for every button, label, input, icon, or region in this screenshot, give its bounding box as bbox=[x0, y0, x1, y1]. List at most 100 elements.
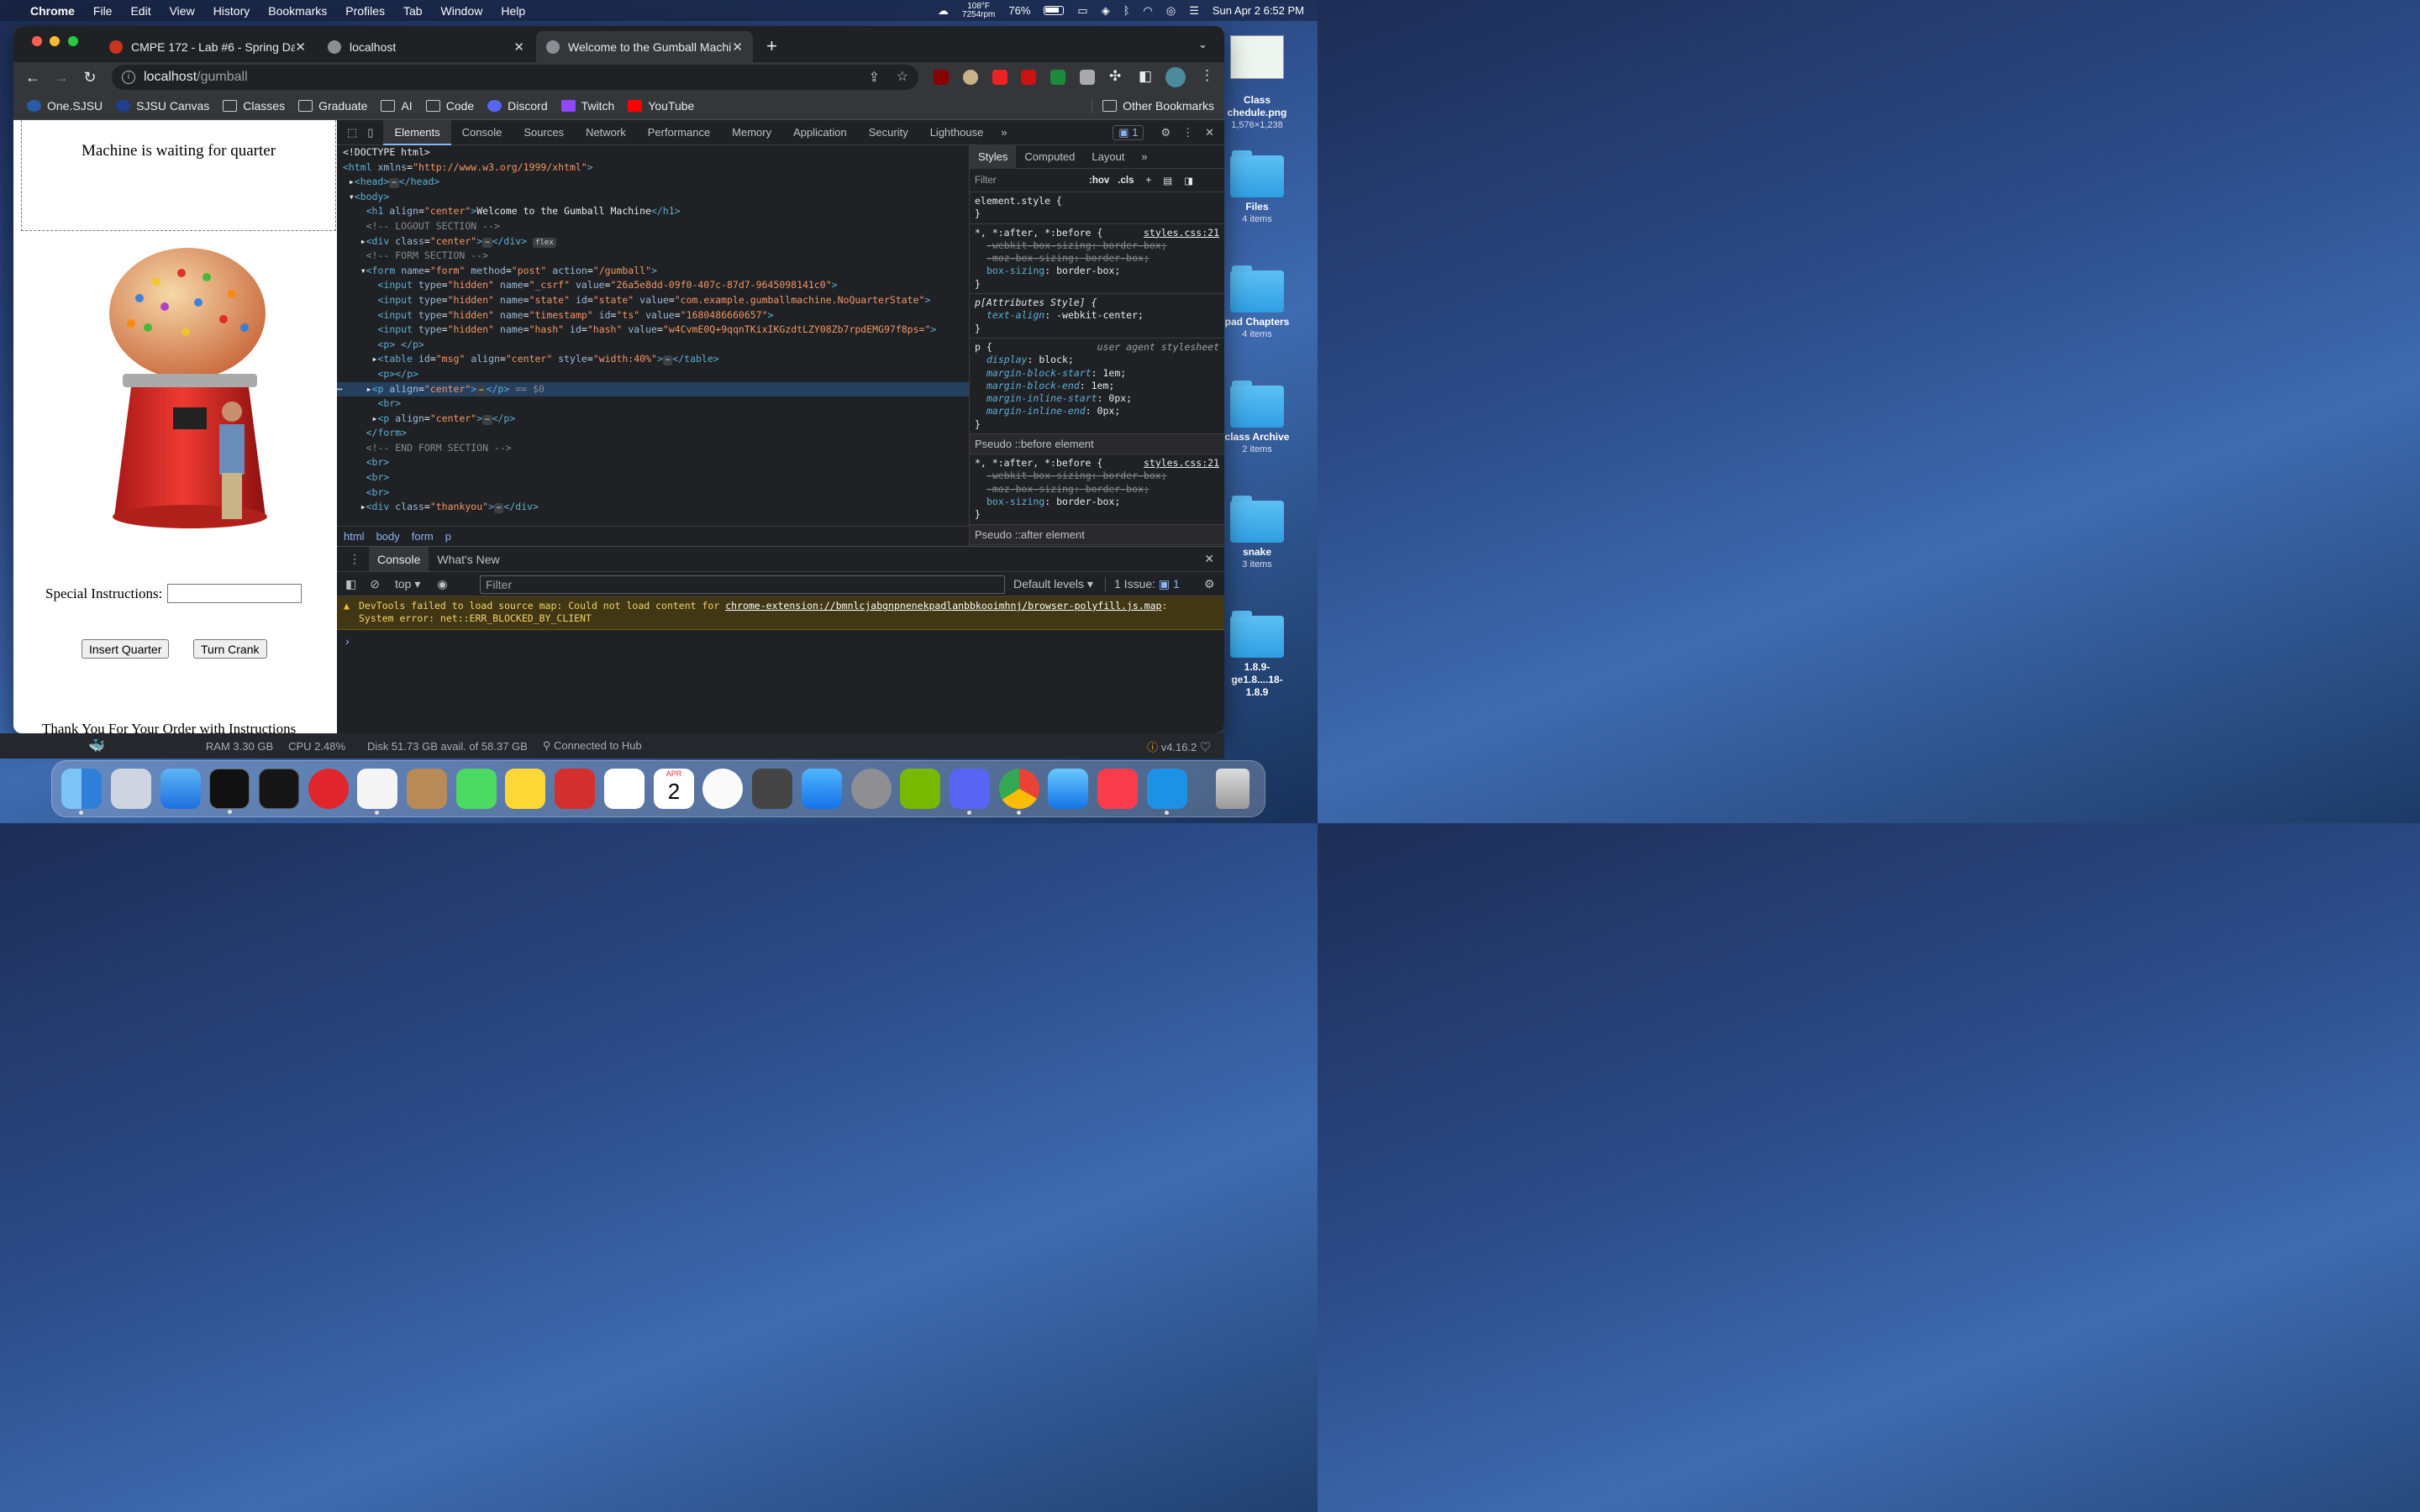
issues-badge[interactable]: ▣ 1 bbox=[1113, 124, 1144, 140]
extension-icon[interactable] bbox=[1080, 70, 1095, 85]
tab-styles[interactable]: Styles bbox=[970, 145, 1017, 169]
bookmark-discord[interactable]: Discord bbox=[487, 99, 548, 113]
reload-button[interactable]: ↻ bbox=[76, 69, 104, 87]
bookmark-folder-classes[interactable]: Classes bbox=[223, 99, 285, 113]
contacts-icon[interactable] bbox=[407, 769, 447, 809]
dom-line[interactable]: <br> bbox=[337, 470, 969, 486]
bookmark-twitch[interactable]: Twitch bbox=[560, 99, 614, 113]
context-select[interactable]: top ▾ bbox=[395, 577, 420, 591]
elements-dom-tree[interactable]: <!DOCTYPE html> <html xmlns="http://www.… bbox=[337, 145, 969, 526]
forward-button[interactable]: → bbox=[47, 69, 76, 87]
menu-history[interactable]: History bbox=[213, 4, 250, 18]
tab-performance[interactable]: Performance bbox=[637, 120, 721, 145]
bookmark-folder-graduate[interactable]: Graduate bbox=[298, 99, 367, 113]
extension-icon[interactable] bbox=[1050, 70, 1065, 85]
calculator-icon[interactable] bbox=[752, 769, 792, 809]
cls-toggle[interactable]: .cls bbox=[1118, 176, 1134, 186]
address-bar[interactable]: i localhost/gumball ⇪ ☆ bbox=[112, 65, 918, 90]
tab-search-chevron-icon[interactable]: ⌄ bbox=[1198, 38, 1207, 51]
style-rule-universal[interactable]: styles.css:21 *, *:after, *:before { -web… bbox=[970, 224, 1224, 295]
weather-icon[interactable]: ☁ bbox=[938, 4, 949, 18]
dom-line[interactable]: ▾<form name="form" method="post" action=… bbox=[337, 264, 969, 279]
git-client-icon[interactable] bbox=[308, 769, 349, 809]
style-rule-attributes[interactable]: p[Attributes Style] { text-align: -webki… bbox=[970, 294, 1224, 339]
finder-icon[interactable] bbox=[61, 769, 102, 815]
dom-line[interactable]: <br> bbox=[337, 486, 969, 501]
tab-console[interactable]: Console bbox=[451, 120, 513, 145]
back-button[interactable]: ← bbox=[18, 69, 47, 87]
menu-view[interactable]: View bbox=[170, 4, 195, 18]
dom-line[interactable]: <!-- END FORM SECTION --> bbox=[337, 441, 969, 456]
bookmark-star-icon[interactable]: ☆ bbox=[897, 68, 908, 85]
breadcrumb-html[interactable]: html bbox=[344, 530, 365, 543]
dom-line[interactable]: <input type="hidden" name="hash" id="has… bbox=[337, 323, 969, 338]
close-window-button[interactable] bbox=[32, 36, 42, 46]
dom-line[interactable]: <p> </p> bbox=[337, 338, 969, 353]
dom-line[interactable]: ▸<div class="thankyou"> ⋯ </div> bbox=[337, 500, 969, 515]
menu-bookmarks[interactable]: Bookmarks bbox=[268, 4, 327, 18]
dom-line[interactable]: <!-- FORM SECTION --> bbox=[337, 249, 969, 264]
drawer-tab-whats-new[interactable]: What's New bbox=[429, 553, 508, 566]
desktop-folder-snake[interactable]: snake 3 items bbox=[1223, 496, 1291, 571]
photos-icon[interactable] bbox=[604, 769, 644, 809]
tab-computed[interactable]: Computed bbox=[1016, 145, 1083, 169]
tab-security[interactable]: Security bbox=[858, 120, 919, 145]
dom-line[interactable]: <br> bbox=[337, 396, 969, 412]
system-settings-icon[interactable] bbox=[851, 769, 892, 809]
calendar-icon[interactable]: APR 2 bbox=[654, 769, 694, 809]
menu-window[interactable]: Window bbox=[441, 4, 483, 18]
bookmark-sjsu-canvas[interactable]: SJSU Canvas bbox=[116, 99, 209, 113]
messages-icon[interactable] bbox=[456, 769, 497, 809]
tab-localhost[interactable]: localhost ✕ bbox=[318, 31, 534, 62]
battery-icon[interactable] bbox=[1044, 6, 1065, 15]
notes-icon[interactable] bbox=[505, 769, 545, 809]
desktop-folder-archive[interactable]: class Archive 2 items bbox=[1223, 381, 1291, 456]
discord-icon[interactable] bbox=[950, 769, 990, 815]
more-tabs-chevron-icon[interactable]: » bbox=[994, 126, 1013, 139]
ublock-extension-icon[interactable] bbox=[934, 70, 949, 85]
tab-cmpe172[interactable]: CMPE 172 - Lab #6 - Spring Da ✕ bbox=[99, 31, 316, 62]
dom-line[interactable]: <input type="hidden" name="_csrf" value=… bbox=[337, 278, 969, 293]
chrome-icon[interactable] bbox=[999, 769, 1039, 815]
extension-icon[interactable] bbox=[1021, 70, 1036, 85]
paint-icon[interactable]: ▤ bbox=[1163, 175, 1172, 186]
zoom-window-button[interactable] bbox=[68, 36, 78, 46]
inspect-element-icon[interactable]: ⬚ bbox=[337, 126, 364, 139]
terminal-icon[interactable] bbox=[209, 769, 250, 814]
bookmark-folder-ai[interactable]: AI bbox=[381, 99, 413, 113]
dom-line[interactable]: <!-- LOGOUT SECTION --> bbox=[337, 219, 969, 234]
tab-sources[interactable]: Sources bbox=[513, 120, 575, 145]
sidebar-toggle-icon[interactable]: ◨ bbox=[1184, 175, 1193, 186]
style-rule-p-useragent[interactable]: user agent stylesheet p { display: block;… bbox=[970, 339, 1224, 435]
close-tab-icon[interactable]: ✕ bbox=[513, 39, 524, 55]
close-tab-icon[interactable]: ✕ bbox=[295, 39, 306, 55]
trash-icon[interactable] bbox=[1216, 769, 1249, 809]
menu-edit[interactable]: Edit bbox=[130, 4, 150, 18]
minimize-window-button[interactable] bbox=[50, 36, 60, 46]
app-store-icon[interactable] bbox=[802, 769, 842, 809]
dom-line[interactable]: <p></p> bbox=[337, 367, 969, 382]
mail-icon[interactable] bbox=[160, 769, 201, 809]
dom-line[interactable]: ▸<table id="msg" align="center" style="w… bbox=[337, 352, 969, 367]
desktop-folder-files[interactable]: Files 4 items bbox=[1223, 150, 1291, 226]
share-icon[interactable]: ⇪ bbox=[869, 69, 880, 86]
docker-icon[interactable] bbox=[1147, 769, 1187, 815]
extensions-puzzle-icon[interactable]: ✣ bbox=[1109, 68, 1121, 85]
extension-icon[interactable] bbox=[992, 70, 1007, 85]
desktop-folder-minecraft[interactable]: 1.8.9- ge1.8....18-1.8.9 bbox=[1223, 611, 1291, 699]
style-rule-element[interactable]: element.style {} bbox=[970, 192, 1224, 224]
breadcrumb-p[interactable]: p bbox=[445, 530, 451, 543]
source-map-link[interactable]: chrome-extension://bmnlcjabgnpnenekpadla… bbox=[725, 600, 1161, 612]
menu-profiles[interactable]: Profiles bbox=[345, 4, 385, 18]
drawer-tab-console[interactable]: Console bbox=[369, 546, 429, 572]
dom-line[interactable]: <h1 align="center">Welcome to the Gumbal… bbox=[337, 204, 969, 219]
battery-percent[interactable]: 76% bbox=[1008, 4, 1030, 17]
temp-readout[interactable]: 108°F 7254rpm bbox=[962, 2, 995, 19]
insert-quarter-button[interactable]: Insert Quarter bbox=[82, 639, 170, 659]
device-toolbar-icon[interactable]: ▯ bbox=[364, 126, 383, 139]
safari-icon[interactable] bbox=[1048, 769, 1088, 809]
menu-file[interactable]: File bbox=[93, 4, 113, 18]
tab-network[interactable]: Network bbox=[575, 120, 637, 145]
desktop-file-schedule[interactable]: Class chedule.png 1,576×1,238 bbox=[1223, 35, 1291, 132]
wifi-icon[interactable]: ◠ bbox=[1144, 4, 1153, 18]
